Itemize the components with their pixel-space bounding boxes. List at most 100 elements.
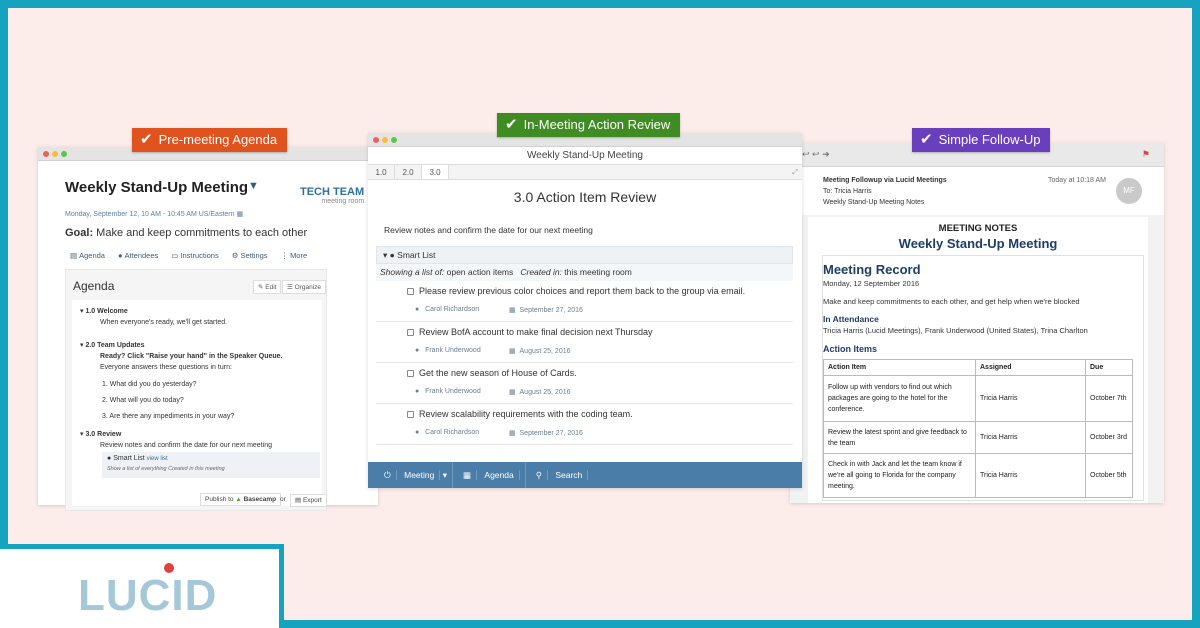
tab-1[interactable]: 1.0 — [368, 165, 395, 179]
agenda-item-text: When everyone's ready, we'll get started… — [100, 319, 228, 326]
pencil-icon: ✎ — [258, 284, 264, 291]
task-item: Review scalability requirements with the… — [376, 405, 793, 445]
organize-icon: ☰ — [287, 284, 293, 291]
team-logo: TECH TEAM meeting room — [300, 187, 364, 207]
reply-icon[interactable]: ↩ ↩ ➜ — [802, 149, 830, 160]
more-icon: ⋮ — [280, 251, 289, 260]
check-icon: ✔ — [140, 131, 153, 148]
lucid-logo: LUCID — [0, 544, 284, 628]
calendar-icon: ▦ — [509, 430, 516, 437]
mail-subject: Meeting Followup via Lucid Meetings — [823, 177, 947, 184]
search-button[interactable]: ⚲ Search — [526, 462, 594, 488]
calendar-icon: ▦ — [509, 389, 516, 396]
tab-2[interactable]: 2.0 — [395, 165, 422, 179]
mail-notes-line: Weekly Stand-Up Meeting Notes — [823, 199, 925, 206]
organize-button[interactable]: ☰ Organize — [282, 280, 326, 294]
agenda-button[interactable]: ▦ Agenda — [453, 462, 526, 488]
agenda-item-review[interactable]: ▾ 3.0 Review — [80, 430, 121, 440]
section-tabs: 1.0 2.0 3.0 ⤢ — [368, 165, 802, 180]
expand-icon[interactable]: ⤢ — [792, 165, 798, 180]
maximize-dot[interactable] — [391, 137, 397, 143]
task-date: ▦ September 27, 2016 — [509, 307, 583, 314]
meeting-menu-button[interactable]: ⏻ Meeting ▾ — [374, 462, 453, 488]
user-icon: ● — [415, 306, 420, 313]
smart-list-header[interactable]: ▾ ● Smart List — [376, 246, 793, 264]
pin-icon: ● — [107, 455, 112, 462]
agenda-icon: ▦ — [458, 470, 478, 480]
export-button[interactable]: ▤ Export — [290, 494, 327, 507]
export-icon: ▤ — [295, 497, 302, 504]
question-item: 3. Are there any impediments in your way… — [102, 413, 235, 420]
mail-to: To: Tricia Harris — [823, 188, 872, 195]
check-icon: ✔ — [920, 131, 933, 148]
table-row: Check in with Jack and let the team know… — [823, 453, 1133, 498]
search-icon: ⚲ — [530, 470, 548, 480]
meeting-title: Weekly Stand-Up Meeting — [898, 236, 1058, 251]
tab-instructions[interactable]: ▭ Instructions — [171, 251, 218, 260]
attendance-list: Tricia Harris (Lucid Meetings), Frank Un… — [823, 326, 1088, 335]
task-assignee: ● Frank Underwood — [415, 347, 481, 354]
smart-list-sub: Show a list of everything Created in thi… — [107, 466, 225, 472]
followup-window: ↩ ↩ ➜ ⚑ Meeting Followup via Lucid Meeti… — [790, 143, 1164, 503]
meeting-record: Meeting Record Monday, 12 September 2016… — [822, 255, 1144, 501]
check-icon: ✔ — [505, 116, 518, 133]
task-item: Review BofA account to make final decisi… — [376, 323, 793, 363]
edit-button[interactable]: ✎ Edit — [253, 280, 282, 294]
task-assignee: ● Carol Richardson — [415, 429, 480, 436]
table-row: Review the latest sprint and give feedba… — [823, 421, 1133, 454]
publish-button[interactable]: Publish to ▲ Basecamp — [200, 493, 282, 506]
agenda-item-updates[interactable]: ▾ 2.0 Team Updates — [80, 341, 144, 351]
record-goal: Make and keep commitments to each other,… — [823, 297, 1080, 306]
power-icon: ⏻ — [379, 470, 397, 480]
view-list-link[interactable]: view list — [147, 456, 168, 462]
section-heading: 3.0 Action Item Review — [513, 189, 657, 205]
tab-agenda[interactable]: ▤ Agenda — [70, 251, 105, 260]
meeting-title: Weekly Stand-Up Meeting — [65, 179, 249, 196]
followup-badge: ✔ Simple Follow-Up — [912, 128, 1051, 152]
task-text: Review scalability requirements with the… — [419, 409, 633, 419]
agenda-item-welcome[interactable]: ▾ 1.0 Welcome — [80, 307, 128, 317]
task-date: ▦ August 25, 2016 — [509, 348, 571, 355]
tab-3[interactable]: 3.0 — [422, 165, 449, 179]
caret-icon: ▾ — [383, 250, 388, 260]
agenda-item-text: Everyone answers these questions in turn… — [100, 364, 232, 371]
tab-more[interactable]: ⋮ More — [281, 251, 308, 260]
agenda-heading: Agenda — [73, 279, 115, 293]
logo-dot — [164, 563, 174, 573]
team-sub: meeting room — [321, 198, 365, 205]
agenda-tabs: ▤ Agenda ● Attendees ▭ Instructions ⚙ Settin… — [70, 251, 307, 260]
mail-body: MEETING NOTES Weekly Stand-Up Meeting Me… — [808, 217, 1148, 503]
attendance-heading: In Attendance — [823, 314, 879, 324]
calendar-icon: ▦ — [509, 348, 516, 355]
premeeting-badge: ✔ Pre-meeting Agenda — [132, 128, 288, 152]
task-checkbox[interactable] — [407, 329, 414, 336]
user-icon: ● — [415, 347, 420, 354]
tab-settings[interactable]: ⚙ Settings — [232, 251, 268, 260]
agenda-panel: Agenda ✎ Edit ☰ Organize ▾ 1.0 Welcome W… — [65, 269, 327, 511]
inmeeting-badge: ✔ In-Meeting Action Review — [497, 113, 681, 137]
chevron-down-icon[interactable]: ▼ — [248, 180, 259, 192]
task-checkbox[interactable] — [407, 411, 414, 418]
tab-attendees[interactable]: ● Attendees — [118, 251, 158, 260]
user-icon: ● — [415, 388, 420, 395]
or-text: or — [280, 496, 286, 503]
agenda-list: ▾ 1.0 Welcome When everyone's ready, we'… — [72, 300, 322, 506]
action-items-heading: Action Items — [823, 344, 878, 354]
close-dot[interactable] — [43, 151, 49, 157]
table-row: Follow up with vendors to find out which… — [823, 375, 1133, 422]
close-dot[interactable] — [373, 137, 379, 143]
basecamp-icon: ▲ — [235, 496, 242, 503]
agenda-window: Weekly Stand-Up Meeting ▼ TECH TEAM meet… — [38, 147, 378, 511]
flag-icon[interactable]: ⚑ — [1142, 149, 1150, 160]
minimize-dot[interactable] — [382, 137, 388, 143]
calendar-icon[interactable]: ▦ — [236, 211, 243, 218]
avatar: MF — [1116, 178, 1142, 204]
maximize-dot[interactable] — [61, 151, 67, 157]
task-checkbox[interactable] — [407, 288, 414, 295]
task-checkbox[interactable] — [407, 370, 414, 377]
user-icon: ● — [117, 251, 123, 260]
meeting-goal: Goal: Make and keep commitments to each … — [65, 227, 308, 239]
minimize-dot[interactable] — [52, 151, 58, 157]
smart-list-box[interactable]: ● Smart List view list Show a list of ev… — [102, 452, 320, 478]
review-window: Weekly Stand-Up Meeting 1.0 2.0 3.0 ⤢ 3.… — [368, 133, 802, 488]
